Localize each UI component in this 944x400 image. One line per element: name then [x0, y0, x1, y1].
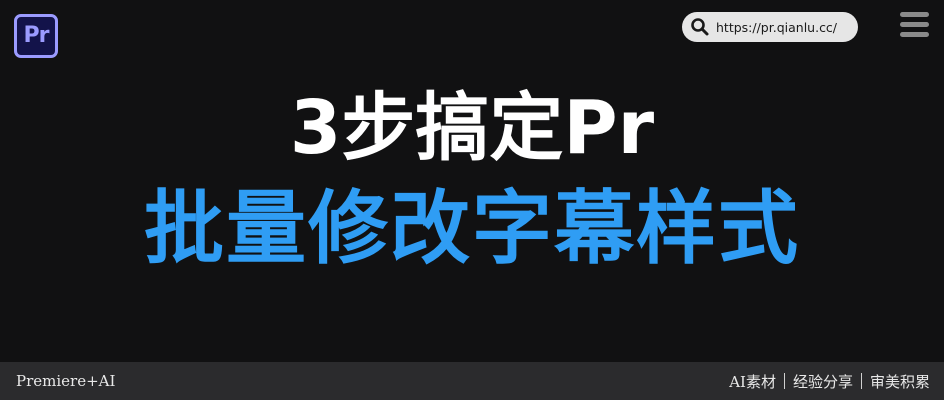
url-text: https://pr.qianlu.cc/: [716, 19, 838, 35]
footer-tag: 审美积累: [869, 372, 930, 391]
footer-tag: 经验分享: [792, 372, 853, 391]
headline-primary: 3步搞定Pr: [289, 85, 655, 171]
footer-divider: [783, 373, 785, 389]
search-icon: [691, 18, 709, 36]
thumbnail-page: Pr https://pr.qianlu.cc/ 3步搞定Pr 批量修改字幕样式…: [0, 0, 944, 400]
url-bar[interactable]: https://pr.qianlu.cc/: [682, 12, 858, 42]
menu-bar-bottom: [900, 32, 929, 37]
footer-divider: [860, 373, 862, 389]
footer-bar: Premiere+AI AI素材 经验分享 审美积累: [0, 362, 944, 400]
menu-bar-top: [900, 12, 929, 17]
premiere-pro-logo: Pr: [14, 14, 58, 58]
footer-tag: AI素材: [729, 372, 776, 391]
logo-text: Pr: [23, 22, 50, 48]
footer-brand: Premiere+AI: [16, 372, 116, 390]
menu-bar-middle: [900, 22, 929, 27]
footer-tags: AI素材 经验分享 审美积累: [729, 371, 930, 392]
hamburger-menu-icon[interactable]: [900, 12, 930, 38]
headline-secondary: 批量修改字幕样式: [144, 182, 800, 275]
